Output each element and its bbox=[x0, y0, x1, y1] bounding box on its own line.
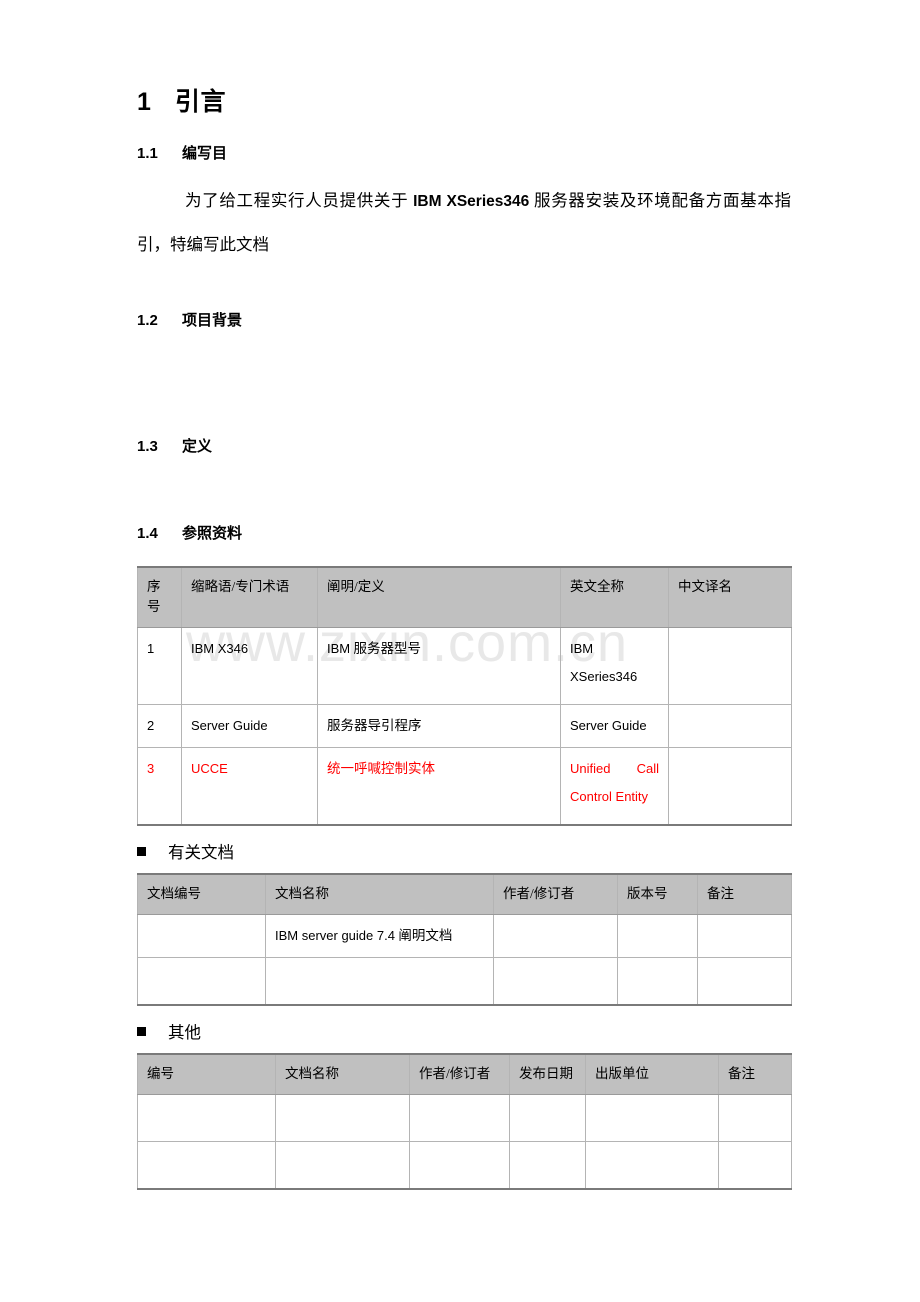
col-header-author: 作者/修订者 bbox=[409, 1053, 510, 1095]
cell-publisher bbox=[585, 1141, 719, 1190]
cell-remark bbox=[697, 914, 792, 958]
cell-english: Server Guide bbox=[560, 704, 669, 748]
table-header-row: 序号 缩略语/专门术语 阐明/定义 英文全称 中文译名 bbox=[137, 566, 792, 628]
table-row bbox=[137, 1094, 792, 1142]
bullet-other-label: 其他 bbox=[168, 1023, 201, 1042]
col-header-no: 编号 bbox=[137, 1053, 276, 1095]
cell-abbr: IBM X346 bbox=[181, 627, 318, 705]
cell-author bbox=[493, 957, 618, 1006]
table-row: 2 Server Guide 服务器导引程序 Server Guide bbox=[137, 704, 792, 748]
paragraph-purpose: 为了给工程实行人员提供关于 IBM XSeries346 服务器安装及环境配备方… bbox=[137, 163, 791, 266]
col-header-remark: 备注 bbox=[697, 873, 792, 915]
heading-1-1-title: 编写目 bbox=[182, 145, 228, 162]
cell-doc-name-cjk: 阐明文档 bbox=[394, 928, 453, 943]
related-documents-table-wrapper: 文档编号 文档名称 作者/修订者 版本号 备注 IBM server guide… bbox=[137, 866, 792, 1006]
related-documents-table: 文档编号 文档名称 作者/修订者 版本号 备注 IBM server guide… bbox=[137, 873, 792, 1006]
col-header-remark: 备注 bbox=[718, 1053, 792, 1095]
col-header-publisher: 出版单位 bbox=[585, 1053, 719, 1095]
heading-1-number: 1 bbox=[137, 88, 152, 116]
cell-abbr: Server Guide bbox=[181, 704, 318, 748]
heading-1-2-title: 项目背景 bbox=[182, 312, 243, 329]
cell-desc-cjk: 服务器型号 bbox=[350, 641, 422, 656]
cell-version bbox=[617, 914, 698, 958]
heading-1-title: 引言 bbox=[175, 88, 227, 116]
heading-1-3-title: 定义 bbox=[182, 438, 213, 455]
heading-1-1-number: 1.1 bbox=[137, 145, 158, 162]
cell-chinese bbox=[668, 747, 792, 826]
square-bullet-icon bbox=[137, 1027, 146, 1036]
cell-desc: IBM 服务器型号 bbox=[317, 627, 561, 705]
document-page: www.zixin.com.cn 1 引言 1.1 编写目 为了给工程实行人员提供关… bbox=[0, 0, 920, 1302]
square-bullet-icon bbox=[137, 847, 146, 856]
cell-abbr: UCCE bbox=[181, 747, 318, 826]
cell-author bbox=[409, 1141, 510, 1190]
cell-chinese bbox=[668, 627, 792, 705]
cell-doc-name bbox=[275, 1094, 410, 1142]
paragraph-product-name: IBM XSeries346 bbox=[413, 193, 530, 210]
bullet-other-documents: 其他 bbox=[137, 1006, 791, 1046]
cell-english: IBM XSeries346 bbox=[560, 627, 669, 705]
cell-remark bbox=[697, 957, 792, 1006]
paragraph-part-1: 为了给工程实行人员提供关于 bbox=[185, 191, 414, 210]
table-row bbox=[137, 1141, 792, 1190]
table-header-row: 文档编号 文档名称 作者/修订者 版本号 备注 bbox=[137, 873, 792, 915]
table-header-row: 编号 文档名称 作者/修订者 发布日期 出版单位 备注 bbox=[137, 1053, 792, 1095]
bullet-related-label: 有关文档 bbox=[168, 843, 234, 862]
col-header-abbr: 缩略语/专门术语 bbox=[181, 566, 318, 628]
cell-english: Unified Call Control Entity bbox=[560, 747, 669, 826]
col-header-chinese: 中文译名 bbox=[668, 566, 792, 628]
col-header-author: 作者/修订者 bbox=[493, 873, 618, 915]
col-header-desc: 阐明/定义 bbox=[317, 566, 561, 628]
col-header-doc-name: 文档名称 bbox=[265, 873, 494, 915]
cell-doc-no bbox=[137, 957, 266, 1006]
cell-doc-name bbox=[275, 1141, 410, 1190]
cell-doc-name: IBM server guide 7.4 阐明文档 bbox=[265, 914, 494, 958]
col-header-version: 版本号 bbox=[617, 873, 698, 915]
cell-seq: 2 bbox=[137, 704, 182, 748]
cell-no bbox=[137, 1141, 276, 1190]
cell-doc-name-latin: IBM server guide 7.4 bbox=[275, 928, 395, 943]
heading-1-2: 1.2 项目背景 bbox=[137, 266, 791, 330]
table-row: 3 UCCE 统一呼喊控制实体 Unified Call Control Ent… bbox=[137, 747, 792, 826]
cell-date bbox=[509, 1094, 586, 1142]
cell-doc-no bbox=[137, 914, 266, 958]
cell-publisher bbox=[585, 1094, 719, 1142]
cell-seq: 1 bbox=[137, 627, 182, 705]
heading-1-4-number: 1.4 bbox=[137, 525, 158, 542]
cell-desc-latin: IBM bbox=[327, 641, 351, 656]
cell-no bbox=[137, 1094, 276, 1142]
other-documents-table-wrapper: 编号 文档名称 作者/修订者 发布日期 出版单位 备注 bbox=[137, 1046, 792, 1190]
col-header-doc-name: 文档名称 bbox=[275, 1053, 410, 1095]
cell-desc: 服务器导引程序 bbox=[317, 704, 561, 748]
heading-1-4: 1.4 参照资料 bbox=[137, 456, 791, 543]
table-row: IBM server guide 7.4 阐明文档 bbox=[137, 914, 792, 958]
cell-remark bbox=[718, 1094, 792, 1142]
cell-desc: 统一呼喊控制实体 bbox=[317, 747, 561, 826]
col-header-doc-no: 文档编号 bbox=[137, 873, 266, 915]
bullet-related-documents: 有关文档 bbox=[137, 826, 791, 866]
document-content: 1 引言 1.1 编写目 为了给工程实行人员提供关于 IBM XSeries346 … bbox=[137, 0, 792, 1190]
col-header-seq: 序号 bbox=[137, 566, 182, 628]
heading-1-2-number: 1.2 bbox=[137, 312, 158, 329]
cell-seq: 3 bbox=[137, 747, 182, 826]
cell-date bbox=[509, 1141, 586, 1190]
col-header-english: 英文全称 bbox=[560, 566, 669, 628]
definitions-table: 序号 缩略语/专门术语 阐明/定义 英文全称 中文译名 1 IBM X346 I… bbox=[137, 566, 792, 826]
cell-version bbox=[617, 957, 698, 1006]
heading-1-3-number: 1.3 bbox=[137, 438, 158, 455]
table-row: 1 IBM X346 IBM 服务器型号 IBM XSeries346 bbox=[137, 627, 792, 705]
heading-1-4-title: 参照资料 bbox=[182, 525, 243, 542]
definitions-table-wrapper: 序号 缩略语/专门术语 阐明/定义 英文全称 中文译名 1 IBM X346 I… bbox=[137, 543, 792, 826]
cell-chinese bbox=[668, 704, 792, 748]
heading-1-3: 1.3 定义 bbox=[137, 330, 791, 456]
other-documents-table: 编号 文档名称 作者/修订者 发布日期 出版单位 备注 bbox=[137, 1053, 792, 1190]
cell-remark bbox=[718, 1141, 792, 1190]
col-header-date: 发布日期 bbox=[509, 1053, 586, 1095]
heading-1-1: 1.1 编写目 bbox=[137, 118, 791, 163]
table-row bbox=[137, 957, 792, 1006]
cell-author bbox=[493, 914, 618, 958]
cell-doc-name bbox=[265, 957, 494, 1006]
heading-1: 1 引言 bbox=[137, 0, 791, 118]
cell-author bbox=[409, 1094, 510, 1142]
